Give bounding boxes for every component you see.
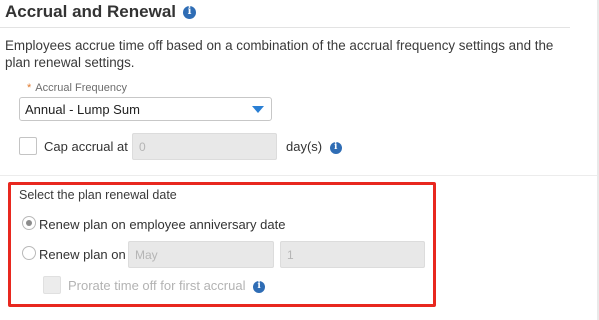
cap-accrual-checkbox[interactable] <box>19 137 37 155</box>
accrual-frequency-label-text: Accrual Frequency <box>35 82 127 94</box>
chevron-down-icon <box>252 106 264 113</box>
required-marker: * <box>27 82 32 94</box>
section-divider <box>0 175 599 176</box>
title-divider <box>0 27 570 28</box>
cap-accrual-unit-text: day(s) <box>286 139 323 154</box>
info-icon[interactable]: i <box>329 141 342 154</box>
accrual-frequency-value: Annual - Lump Sum <box>25 102 140 117</box>
accrual-frequency-select[interactable]: Annual - Lump Sum <box>19 97 272 121</box>
section-title-text: Accrual and Renewal <box>5 2 177 21</box>
cap-accrual-unit: day(s) i <box>286 139 342 154</box>
cap-accrual-label: Cap accrual at <box>44 139 128 154</box>
accrual-frequency-label: * Accrual Frequency <box>27 82 127 94</box>
section-title: Accrual and Renewal i <box>5 2 197 22</box>
info-icon[interactable]: i <box>183 5 197 19</box>
cap-accrual-input[interactable]: 0 <box>132 133 277 160</box>
highlight-box <box>8 182 436 307</box>
section-description: Employees accrue time off based on a com… <box>5 38 554 70</box>
